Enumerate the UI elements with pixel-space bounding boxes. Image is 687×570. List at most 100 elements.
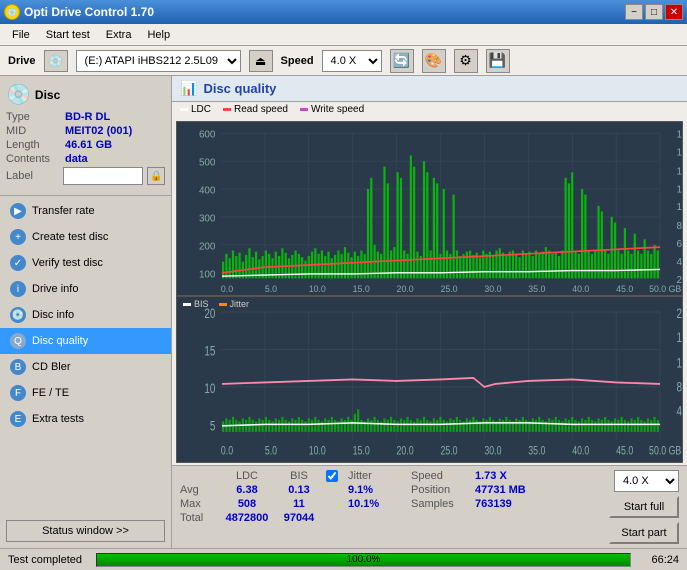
- contents-label: Contents: [6, 153, 61, 165]
- jitter-legend-item: Jitter: [219, 299, 250, 309]
- samples-key: Samples: [411, 498, 471, 510]
- start-part-button[interactable]: Start part: [609, 522, 679, 544]
- position-row: Position 47731 MB: [411, 484, 601, 496]
- close-button[interactable]: ✕: [665, 4, 683, 20]
- jitter-dot: [219, 303, 227, 306]
- speed-select-drive[interactable]: 4.0 X: [322, 50, 382, 72]
- svg-text:14X: 14X: [677, 166, 682, 177]
- sidebar-item-drive-info[interactable]: i Drive info: [0, 276, 171, 302]
- progress-text: 100.0%: [97, 554, 630, 566]
- eject-button[interactable]: ⏏: [249, 50, 273, 72]
- write-speed-dot: [300, 108, 308, 111]
- jitter-checkbox[interactable]: [326, 470, 338, 482]
- length-label: Length: [6, 139, 61, 151]
- avg-empty: [326, 484, 346, 496]
- create-test-icon: +: [10, 229, 26, 245]
- menu-file[interactable]: File: [4, 27, 38, 43]
- total-empty: [326, 512, 346, 524]
- svg-text:100: 100: [199, 269, 216, 280]
- type-label: Type: [6, 111, 61, 123]
- sidebar-item-fe-te[interactable]: F FE / TE: [0, 380, 171, 406]
- fe-te-icon: F: [10, 385, 26, 401]
- mid-value: MEIT02 (001): [65, 125, 132, 137]
- svg-text:5.0: 5.0: [265, 444, 277, 458]
- ldc-header: LDC: [222, 470, 272, 482]
- sidebar-item-transfer-rate[interactable]: ▶ Transfer rate: [0, 198, 171, 224]
- svg-text:4X: 4X: [677, 257, 682, 268]
- jitter-header: Jitter: [348, 470, 403, 482]
- drive-select[interactable]: (E:) ATAPI iHBS212 2.5L09: [76, 50, 241, 72]
- progress-bar-area: Test completed 100.0% 66:24: [0, 548, 687, 570]
- chart-header: 📊 Disc quality: [172, 76, 687, 102]
- mid-label: MID: [6, 125, 61, 137]
- menu-extra[interactable]: Extra: [98, 27, 140, 43]
- disc-quality-icon: Q: [10, 333, 26, 349]
- total-bis: 97044: [274, 512, 324, 524]
- color-icon[interactable]: 🎨: [422, 49, 446, 73]
- sidebar-item-verify-test-disc[interactable]: ✓ Verify test disc: [0, 250, 171, 276]
- sidebar-item-cd-bler[interactable]: B CD Bler: [0, 354, 171, 380]
- avg-jitter: 9.1%: [348, 484, 403, 496]
- svg-text:300: 300: [199, 213, 216, 224]
- speed-select-chart[interactable]: 4.0 X: [614, 470, 679, 492]
- stats-table: LDC BIS Jitter Avg 6.38 0.13 9.1% Max: [180, 470, 403, 524]
- svg-text:20.0: 20.0: [397, 444, 414, 458]
- sidebar-item-disc-info[interactable]: 💿 Disc info: [0, 302, 171, 328]
- label-input[interactable]: [63, 167, 143, 185]
- extra-tests-label: Extra tests: [32, 413, 84, 425]
- drive-label: Drive: [8, 55, 36, 67]
- bis-header: BIS: [274, 470, 324, 482]
- total-jitter-empty: [348, 512, 403, 524]
- save-icon[interactable]: 💾: [486, 49, 510, 73]
- upper-chart-panel: 600 500 400 300 200 100 18X 16X 14X 12X …: [176, 121, 683, 296]
- svg-text:30.0: 30.0: [484, 284, 501, 294]
- label-icon[interactable]: 🔒: [147, 167, 165, 185]
- settings-icon[interactable]: ⚙: [454, 49, 478, 73]
- menu-start-test[interactable]: Start test: [38, 27, 98, 43]
- svg-text:50.0 GB: 50.0 GB: [649, 284, 681, 294]
- drive-info-icon: i: [10, 281, 26, 297]
- max-row-label: Max: [180, 498, 220, 510]
- status-label: Test completed: [8, 554, 88, 566]
- menu-bar: File Start test Extra Help: [0, 24, 687, 46]
- disc-panel-header: Disc: [35, 88, 60, 102]
- disc-icon: 💿: [6, 82, 31, 107]
- svg-text:12X: 12X: [677, 184, 682, 195]
- svg-text:5: 5: [210, 418, 216, 434]
- svg-text:50.0 GB: 50.0 GB: [649, 444, 681, 458]
- maximize-button[interactable]: □: [645, 4, 663, 20]
- jitter-check-cell: [326, 470, 346, 482]
- svg-text:35.0: 35.0: [528, 284, 545, 294]
- samples-value: 763139: [475, 498, 512, 510]
- svg-text:10.0: 10.0: [309, 444, 326, 458]
- read-speed-label: Read speed: [234, 104, 288, 115]
- svg-text:6X: 6X: [677, 239, 682, 250]
- extra-tests-icon: E: [10, 411, 26, 427]
- svg-text:18X: 18X: [677, 130, 682, 141]
- svg-text:4%: 4%: [677, 403, 682, 419]
- minimize-button[interactable]: −: [625, 4, 643, 20]
- stats-grid: LDC BIS Jitter Avg 6.38 0.13 9.1% Max: [180, 470, 403, 524]
- chart-icon: 📊: [180, 80, 197, 97]
- avg-row-label: Avg: [180, 484, 220, 496]
- svg-text:20.0: 20.0: [397, 284, 414, 294]
- type-value: BD-R DL: [65, 111, 110, 123]
- chart-area: 📊 Disc quality LDC Read speed Write spee…: [172, 76, 687, 548]
- menu-help[interactable]: Help: [139, 27, 178, 43]
- svg-text:0.0: 0.0: [221, 284, 233, 294]
- start-full-button[interactable]: Start full: [609, 496, 679, 518]
- drive-icon-btn[interactable]: 💿: [44, 50, 68, 72]
- sidebar-item-disc-quality[interactable]: Q Disc quality: [0, 328, 171, 354]
- status-window-button[interactable]: Status window >>: [6, 520, 165, 542]
- main-window: 💿 Disc Type BD-R DL MID MEIT02 (001) Len…: [0, 76, 687, 570]
- lower-legend: BIS Jitter: [183, 299, 249, 309]
- svg-text:5.0: 5.0: [265, 284, 277, 294]
- app-icon: 💿: [4, 4, 20, 20]
- empty-header: [180, 470, 220, 482]
- total-ldc: 4872800: [222, 512, 272, 524]
- sidebar-item-create-test-disc[interactable]: + Create test disc: [0, 224, 171, 250]
- refresh-icon[interactable]: 🔄: [390, 49, 414, 73]
- sidebar-item-extra-tests[interactable]: E Extra tests: [0, 406, 171, 432]
- legend-read-speed: Read speed: [223, 104, 288, 115]
- jitter-legend-label: Jitter: [230, 299, 250, 309]
